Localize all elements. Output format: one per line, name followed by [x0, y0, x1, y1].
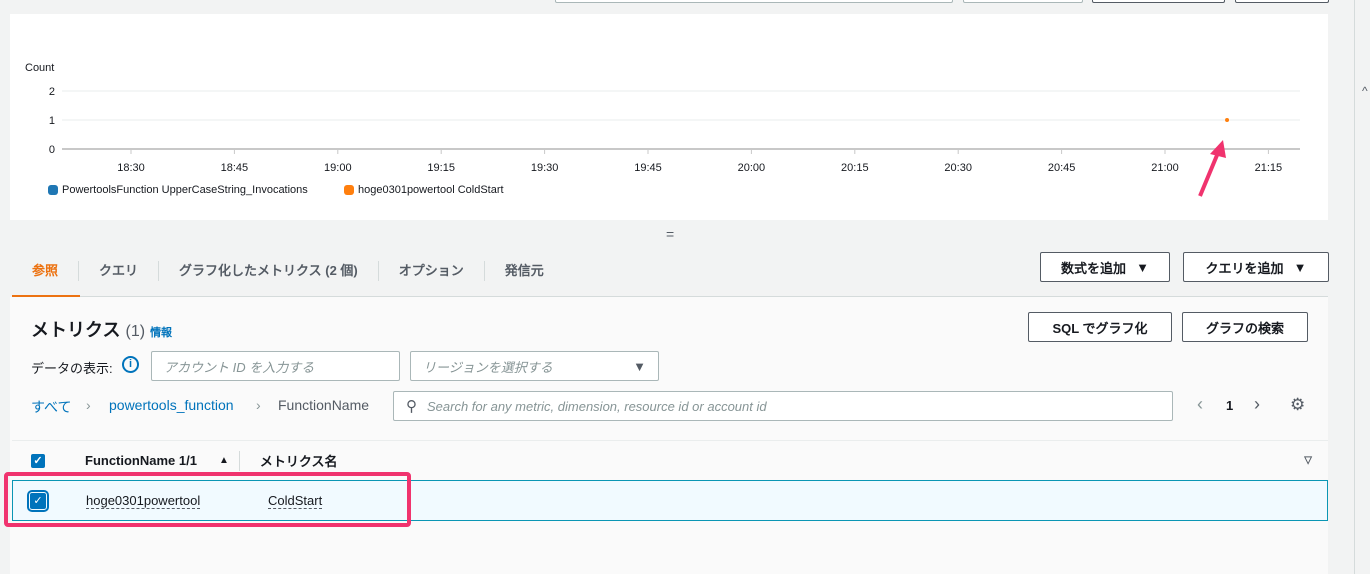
y-axis-label: Count: [25, 62, 54, 74]
search-placeholder: Search for any metric, dimension, resour…: [427, 398, 767, 414]
x-tick-label: 20:45: [1048, 162, 1076, 174]
column-function-name[interactable]: FunctionName 1/1: [85, 453, 197, 468]
x-tick-label: 19:15: [427, 162, 455, 174]
column-divider: [238, 450, 240, 471]
metrics-title: メトリクス (1) 情報: [31, 320, 173, 340]
caret-down-icon: ▼: [1136, 259, 1149, 275]
select-all-checkbox[interactable]: ✓: [31, 453, 45, 468]
y-tick-label: 0: [49, 144, 55, 156]
breadcrumb-all[interactable]: すべて: [31, 397, 71, 417]
breadcrumb-dimension: FunctionName: [278, 397, 370, 413]
legend-label: PowertoolsFunction UpperCaseString_Invoc…: [62, 184, 308, 196]
annotation-arrow: [1198, 140, 1226, 197]
chevron-right-icon: ›: [256, 397, 261, 413]
top-control[interactable]: [1092, 0, 1225, 3]
tab-options[interactable]: オプション: [377, 261, 484, 281]
column-metric-name[interactable]: メトリクス名: [260, 451, 338, 470]
metric-search-input[interactable]: ⚲ Search for any metric, dimension, resou…: [393, 391, 1173, 421]
tab-browse[interactable]: 参照: [12, 261, 78, 281]
collapse-icon[interactable]: ^: [1362, 84, 1368, 98]
legend-swatch: [344, 185, 354, 195]
x-tick-label: 21:00: [1151, 162, 1179, 174]
scrollbar[interactable]: [1354, 0, 1355, 574]
account-id-input[interactable]: アカウント ID を入力する: [151, 351, 400, 381]
caret-down-icon: ▼: [1293, 259, 1307, 275]
legend-item[interactable]: PowertoolsFunction UpperCaseString_Invoc…: [48, 184, 308, 196]
top-control[interactable]: [1235, 0, 1329, 3]
search-icon: ⚲: [406, 398, 417, 415]
sql-graph-button[interactable]: SQL でグラフ化: [1028, 312, 1172, 342]
top-control[interactable]: [963, 0, 1083, 3]
x-tick-label: 19:45: [634, 162, 662, 174]
y-tick-label: 2: [49, 86, 55, 98]
tab-graphed-metrics[interactable]: グラフ化したメトリクス (2 個): [158, 261, 378, 281]
chart-panel: Count 0 1 2 18:30 18:45 19:00 19:15 19:30 19:45 2…: [10, 14, 1328, 220]
prev-page-button[interactable]: ‹: [1197, 394, 1203, 415]
legend-item[interactable]: hoge0301powertool ColdStart: [344, 184, 504, 196]
add-math-button[interactable]: 数式を追加 ▼: [1040, 252, 1170, 282]
page-number[interactable]: 1: [1226, 398, 1233, 413]
legend-swatch: [48, 185, 58, 195]
data-point: [1225, 118, 1230, 122]
next-page-button[interactable]: ›: [1254, 394, 1260, 415]
data-display-label: データの表示:: [31, 361, 113, 376]
annotation-highlight-box: [4, 472, 411, 527]
caret-down-icon: ▼: [633, 358, 646, 374]
x-tick-label: 19:30: [531, 162, 559, 174]
info-icon[interactable]: i: [122, 356, 139, 373]
x-tick-label: 20:15: [841, 162, 869, 174]
legend-label: hoge0301powertool ColdStart: [358, 184, 504, 196]
top-control[interactable]: [555, 0, 953, 3]
x-tick-label: 20:30: [944, 162, 972, 174]
button-label: クエリを追加: [1205, 260, 1284, 276]
x-tick-label: 19:00: [324, 162, 352, 174]
breadcrumb-namespace[interactable]: powertools_function: [109, 397, 234, 413]
y-tick-label: 1: [49, 115, 55, 127]
tab-bar: 参照 クエリ グラフ化したメトリクス (2 個) オプション 発信元: [12, 246, 564, 296]
button-label: 数式を追加: [1061, 260, 1127, 276]
info-link[interactable]: 情報: [150, 327, 172, 339]
x-tick-label: 18:45: [221, 162, 249, 174]
chevron-right-icon: ›: [86, 397, 91, 413]
preferences-caret-icon[interactable]: ▽: [1304, 455, 1312, 466]
x-tick-label: 21:15: [1255, 162, 1283, 174]
region-select[interactable]: リージョンを選択する ▼: [410, 351, 659, 381]
tab-source[interactable]: 発信元: [483, 261, 564, 281]
tab-query[interactable]: クエリ: [78, 261, 158, 281]
resize-handle[interactable]: =: [666, 226, 674, 242]
graph-search-button[interactable]: グラフの検索: [1182, 312, 1308, 342]
select-placeholder: リージョンを選択する: [423, 359, 553, 375]
x-tick-label: 20:00: [738, 162, 766, 174]
sort-ascending-icon[interactable]: ▲: [219, 455, 229, 466]
gear-icon[interactable]: ⚙: [1290, 395, 1305, 415]
x-tick-label: 18:30: [117, 162, 145, 174]
add-query-button[interactable]: クエリを追加 ▼: [1183, 252, 1329, 282]
